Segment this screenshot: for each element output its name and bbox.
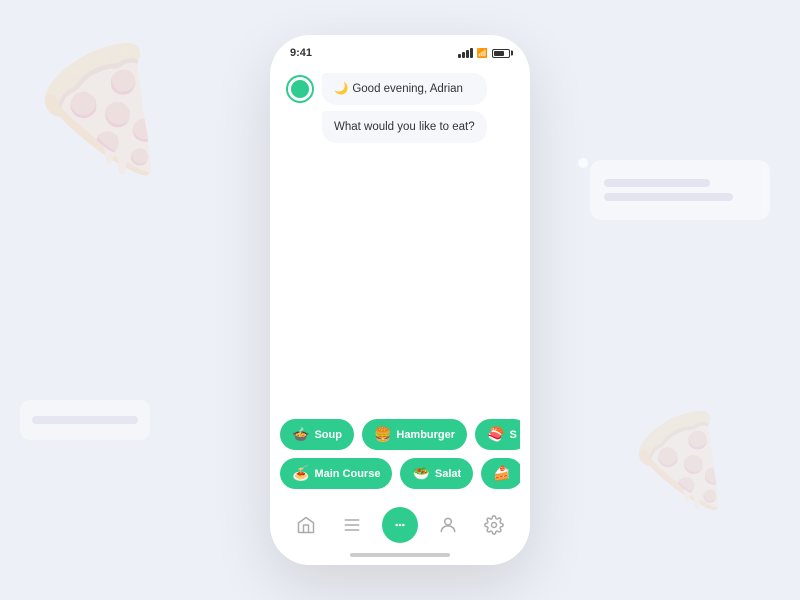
hamburger-label: Hamburger (396, 429, 455, 441)
bg-dot (578, 158, 588, 168)
bot-avatar-inner (291, 80, 309, 98)
quick-replies: 🍲 Soup 🍔 Hamburger 🍣 S 🍝 Main Course 🥗 S… (270, 411, 530, 499)
bg-pizza-slice-decoration: 🍕 (620, 400, 740, 520)
nav-menu[interactable] (336, 509, 368, 541)
reply-sushi[interactable]: 🍣 S (475, 419, 520, 450)
chat-area: 🌙 Good evening, Adrian What would you lik… (270, 65, 530, 411)
reply-hamburger[interactable]: 🍔 Hamburger (362, 419, 467, 450)
signal-icon (458, 48, 473, 58)
greeting-bubble: 🌙 Good evening, Adrian (322, 73, 487, 105)
main-course-label: Main Course (314, 468, 380, 480)
reply-salat[interactable]: 🥗 Salat (400, 458, 473, 489)
bot-message-row: 🌙 Good evening, Adrian What would you lik… (286, 73, 514, 143)
bot-messages: 🌙 Good evening, Adrian What would you lik… (322, 73, 487, 143)
phone-frame: 9:41 📶 🌙 Good evening, Adrian What would … (270, 35, 530, 565)
bg-pizza-decoration: 🍕 (20, 30, 180, 190)
bg-card-right (590, 160, 770, 220)
salat-label: Salat (435, 468, 461, 480)
question-text: What would you like to eat? (334, 121, 475, 133)
bot-avatar (286, 75, 314, 103)
sushi-emoji: 🍣 (487, 426, 504, 443)
hamburger-emoji: 🍔 (374, 426, 391, 443)
nav-profile[interactable] (432, 509, 464, 541)
quick-reply-row-1: 🍲 Soup 🍔 Hamburger 🍣 S (280, 419, 520, 450)
battery-icon (492, 49, 510, 58)
home-indicator (350, 553, 450, 557)
nav-home[interactable] (290, 509, 322, 541)
question-bubble: What would you like to eat? (322, 111, 487, 143)
greeting-text: Good evening, Adrian (352, 83, 463, 95)
soup-label: Soup (314, 429, 342, 441)
reply-dessert[interactable]: 🍰 (481, 458, 520, 489)
sushi-label: S (510, 429, 517, 441)
dessert-emoji: 🍰 (493, 465, 510, 482)
nav-settings[interactable] (478, 509, 510, 541)
soup-emoji: 🍲 (292, 426, 309, 443)
bg-card-left (20, 400, 150, 440)
status-time: 9:41 (290, 47, 312, 59)
status-icons: 📶 (458, 48, 510, 59)
salat-emoji: 🥗 (412, 465, 429, 482)
wifi-icon: 📶 (477, 48, 488, 59)
reply-soup[interactable]: 🍲 Soup (280, 419, 354, 450)
greeting-emoji: 🌙 (334, 83, 348, 95)
nav-bar (270, 499, 530, 553)
reply-main-course[interactable]: 🍝 Main Course (280, 458, 392, 489)
quick-reply-row-2: 🍝 Main Course 🥗 Salat 🍰 (280, 458, 520, 489)
nav-chat[interactable] (382, 507, 418, 543)
main-course-emoji: 🍝 (292, 465, 309, 482)
status-bar: 9:41 📶 (270, 35, 530, 65)
